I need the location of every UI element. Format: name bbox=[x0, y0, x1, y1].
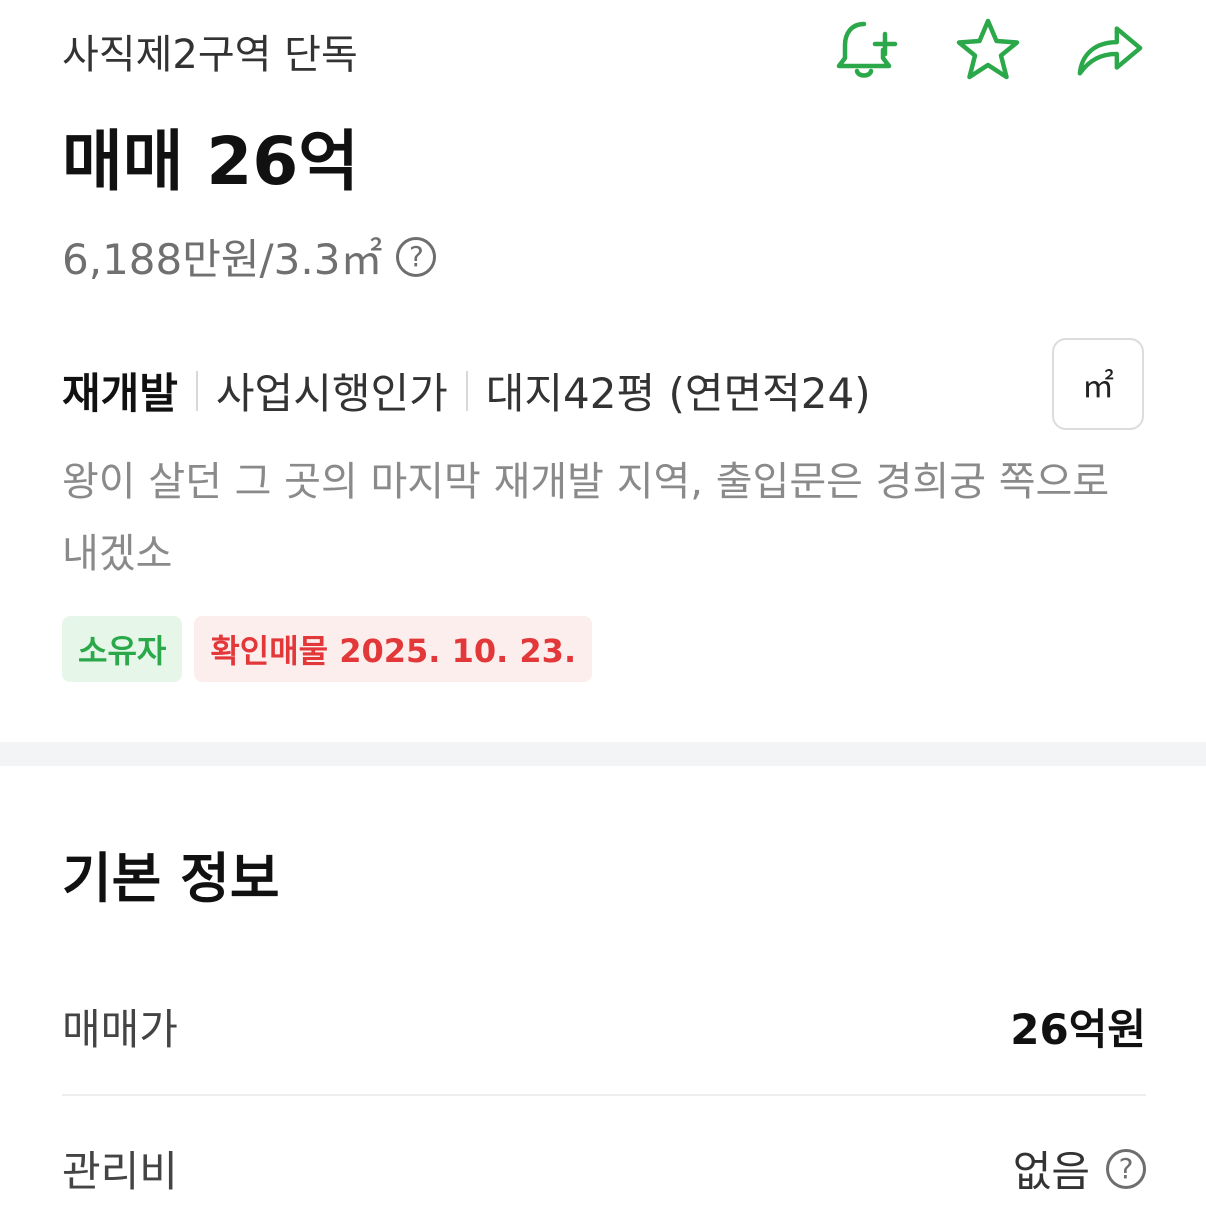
row-divider bbox=[62, 1094, 1146, 1096]
tag-type: 재개발 bbox=[62, 369, 178, 418]
unit-price-help-icon[interactable]: ? bbox=[396, 236, 437, 277]
bell-plus-icon bbox=[836, 21, 898, 78]
section-divider bbox=[0, 742, 1206, 766]
maintenance-fee-help-icon[interactable]: ? bbox=[1106, 1148, 1146, 1189]
owner-badge: 소유자 bbox=[62, 616, 183, 682]
share-button[interactable] bbox=[1074, 18, 1146, 82]
verified-badge: 확인매물 2025. 10. 23. bbox=[194, 616, 593, 682]
unit-price-row: 6,188만원/3.3㎡ ? bbox=[62, 226, 437, 287]
star-icon bbox=[956, 18, 1020, 80]
info-row-maintenance-fee: 관리비 없음 ? bbox=[62, 1138, 1146, 1206]
notification-button[interactable] bbox=[830, 18, 902, 82]
unit-price: 6,188만원/3.3㎡ bbox=[62, 235, 383, 284]
price-title: 매매 26억 bbox=[62, 123, 359, 200]
info-value: 26억원 bbox=[1010, 1005, 1146, 1054]
info-label: 관리비 bbox=[62, 1147, 178, 1196]
listing-detail-page: 사직제2구역 단독 매매 26억 6,188만원/3.3㎡ ? 재개발 사업시행… bbox=[0, 0, 1206, 1206]
tag-area: 대지42평 (연면적24) bbox=[485, 369, 871, 418]
section-title: 기본 정보 bbox=[62, 847, 280, 910]
complex-name: 사직제2구역 단독 bbox=[62, 32, 358, 78]
tag-stage: 사업시행인가 bbox=[215, 369, 448, 418]
share-arrow-icon bbox=[1077, 26, 1143, 76]
action-buttons bbox=[830, 18, 1146, 82]
property-tags: 재개발 사업시행인가 대지42평 (연면적24) bbox=[62, 360, 871, 421]
listing-description: 왕이 살던 그 곳의 마지막 재개발 지역, 출입문은 경희궁 쪽으로 내겠소 bbox=[62, 459, 1110, 577]
tag-divider bbox=[195, 370, 198, 411]
unit-toggle-button[interactable]: ㎡ bbox=[1052, 338, 1144, 430]
info-value: 없음 bbox=[1012, 1147, 1090, 1196]
listing-badges: 소유자 확인매물 2025. 10. 23. bbox=[62, 616, 593, 682]
favorite-button[interactable] bbox=[952, 18, 1024, 82]
tag-divider bbox=[465, 370, 468, 411]
info-label: 매매가 bbox=[62, 1005, 178, 1054]
info-row-sale-price: 매매가 26억원 bbox=[62, 996, 1146, 1092]
listing-header: 사직제2구역 단독 bbox=[62, 18, 1146, 80]
info-value-group: 없음 ? bbox=[1013, 1138, 1146, 1199]
